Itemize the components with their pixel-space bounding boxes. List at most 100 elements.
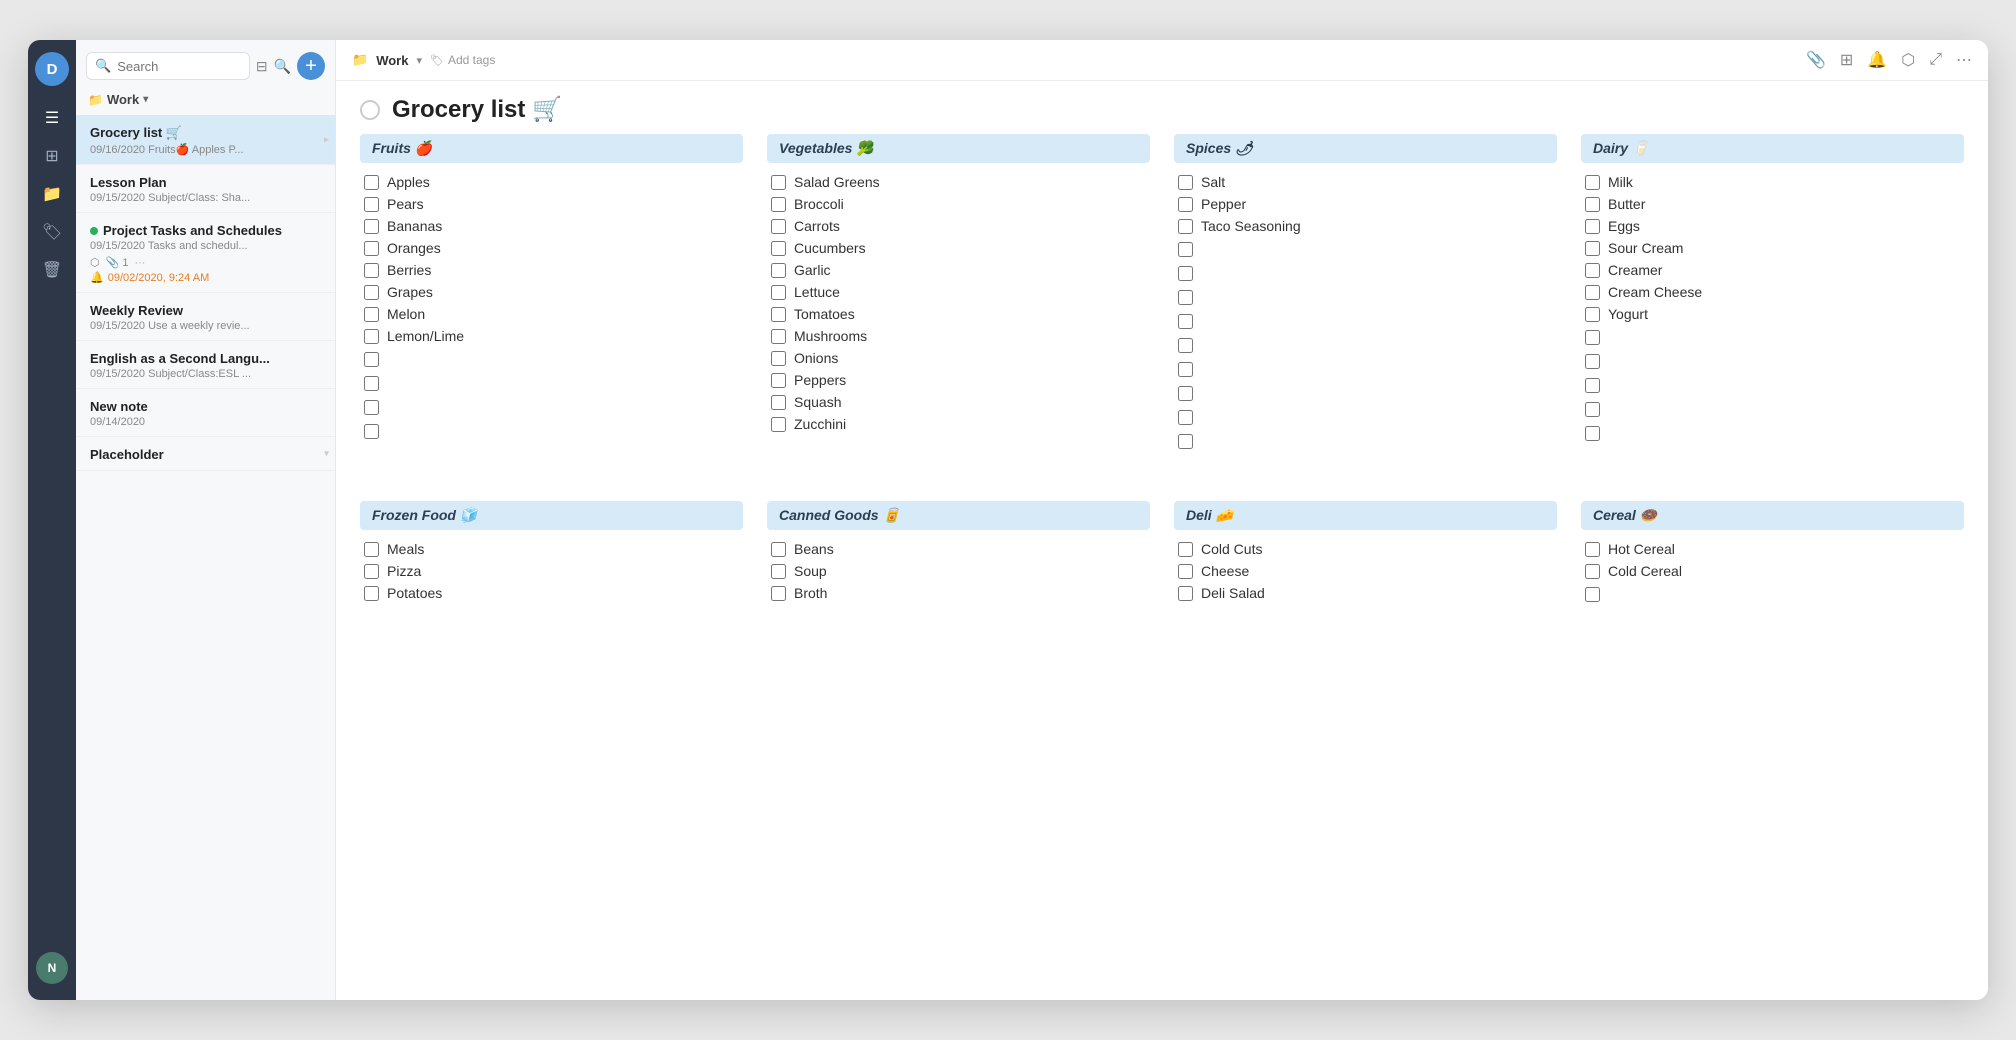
list-item-empty bbox=[1174, 285, 1557, 309]
checkbox[interactable] bbox=[1178, 362, 1193, 377]
checkbox[interactable] bbox=[771, 329, 786, 344]
checkbox[interactable] bbox=[1585, 263, 1600, 278]
checkbox[interactable] bbox=[364, 219, 379, 234]
nav-icon-menu[interactable]: ☰ bbox=[36, 102, 68, 134]
bottom-nav-icon[interactable]: N bbox=[36, 952, 68, 984]
checkbox[interactable] bbox=[771, 197, 786, 212]
filter-search-icon[interactable]: 🔍 bbox=[274, 58, 291, 75]
checkbox[interactable] bbox=[1585, 175, 1600, 190]
note-item-grocery[interactable]: Grocery list 🛒 09/16/2020 Fruits🍎 Apples… bbox=[76, 115, 335, 165]
checkbox[interactable] bbox=[1585, 241, 1600, 256]
nav-icon-folder[interactable]: 📁 bbox=[36, 178, 68, 210]
checkbox[interactable] bbox=[1585, 197, 1600, 212]
checkbox[interactable] bbox=[1178, 386, 1193, 401]
checkbox[interactable] bbox=[771, 263, 786, 278]
checkbox[interactable] bbox=[364, 329, 379, 344]
section-deli: Deli 🧀 Cold Cuts Cheese Deli Salad bbox=[1174, 501, 1557, 606]
search-input[interactable] bbox=[117, 59, 241, 74]
checkbox[interactable] bbox=[364, 307, 379, 322]
checkbox[interactable] bbox=[771, 542, 786, 557]
note-item-new[interactable]: New note 09/14/2020 bbox=[76, 389, 335, 437]
section-spices: Spices 🌶 Salt Pepper Taco Seasoning bbox=[1174, 134, 1557, 453]
add-tags-button[interactable]: 🏷 Add tags bbox=[430, 53, 495, 67]
expand-icon[interactable]: ⤢ bbox=[1929, 51, 1942, 69]
checkbox[interactable] bbox=[1585, 219, 1600, 234]
note-item-english[interactable]: English as a Second Langu... 09/15/2020 … bbox=[76, 341, 335, 389]
list-item: Bananas bbox=[360, 215, 743, 237]
section-header-canned: Canned Goods 🥫 bbox=[767, 501, 1150, 530]
user-avatar[interactable]: D bbox=[35, 52, 69, 86]
grid-view-icon[interactable]: ⊞ bbox=[1840, 50, 1853, 70]
checkbox[interactable] bbox=[1178, 219, 1193, 234]
checkbox[interactable] bbox=[771, 417, 786, 432]
checkbox[interactable] bbox=[771, 175, 786, 190]
nav-icon-grid[interactable]: ⊞ bbox=[36, 140, 68, 172]
checkbox[interactable] bbox=[1178, 338, 1193, 353]
checkbox[interactable] bbox=[364, 241, 379, 256]
note-title: Project Tasks and Schedules bbox=[103, 223, 282, 238]
checkbox[interactable] bbox=[1178, 242, 1193, 257]
checkbox[interactable] bbox=[1585, 587, 1600, 602]
checkbox[interactable] bbox=[771, 373, 786, 388]
checkbox[interactable] bbox=[1178, 175, 1193, 190]
checkbox[interactable] bbox=[1585, 330, 1600, 345]
checkbox[interactable] bbox=[1178, 564, 1193, 579]
checkbox[interactable] bbox=[771, 241, 786, 256]
search-input-wrap[interactable]: 🔍 bbox=[86, 52, 250, 80]
more-options-icon[interactable]: ⋯ bbox=[1956, 50, 1972, 70]
checkbox[interactable] bbox=[1585, 564, 1600, 579]
checkbox[interactable] bbox=[1178, 434, 1193, 449]
attach-icon[interactable]: 📎 bbox=[1806, 50, 1826, 70]
list-item: Pizza bbox=[360, 560, 743, 582]
checkbox[interactable] bbox=[1178, 586, 1193, 601]
checkbox[interactable] bbox=[364, 564, 379, 579]
list-item-empty bbox=[1581, 397, 1964, 421]
checkbox[interactable] bbox=[1585, 426, 1600, 441]
add-note-button[interactable]: + bbox=[297, 52, 325, 80]
checkbox[interactable] bbox=[364, 352, 379, 367]
checkbox[interactable] bbox=[364, 400, 379, 415]
checkbox[interactable] bbox=[1178, 314, 1193, 329]
checkbox[interactable] bbox=[771, 395, 786, 410]
checkbox[interactable] bbox=[1585, 378, 1600, 393]
checkbox[interactable] bbox=[364, 424, 379, 439]
list-item: Cucumbers bbox=[767, 237, 1150, 259]
filter-icon[interactable]: ⊟ bbox=[256, 58, 268, 75]
checkbox[interactable] bbox=[364, 285, 379, 300]
checkbox[interactable] bbox=[364, 376, 379, 391]
checkbox[interactable] bbox=[771, 219, 786, 234]
checkbox[interactable] bbox=[364, 175, 379, 190]
list-item: Deli Salad bbox=[1174, 582, 1557, 604]
note-item-placeholder[interactable]: Placeholder ▾ bbox=[76, 437, 335, 471]
list-item: Oranges bbox=[360, 237, 743, 259]
checkbox[interactable] bbox=[1178, 197, 1193, 212]
checkbox[interactable] bbox=[364, 263, 379, 278]
bell-icon[interactable]: 🔔 bbox=[1867, 50, 1887, 70]
checkbox[interactable] bbox=[1178, 542, 1193, 557]
checkbox[interactable] bbox=[364, 586, 379, 601]
checkbox[interactable] bbox=[771, 285, 786, 300]
checkbox[interactable] bbox=[1178, 410, 1193, 425]
note-complete-checkbox[interactable] bbox=[360, 100, 380, 120]
checkbox[interactable] bbox=[1585, 354, 1600, 369]
checkbox[interactable] bbox=[1585, 307, 1600, 322]
scroll-indicator: ▸ bbox=[324, 134, 329, 145]
checkbox[interactable] bbox=[1585, 402, 1600, 417]
note-item-lesson[interactable]: Lesson Plan 09/15/2020 Subject/Class: Sh… bbox=[76, 165, 335, 213]
checkbox[interactable] bbox=[771, 307, 786, 322]
nav-icon-tag[interactable]: 🏷 bbox=[36, 216, 68, 248]
note-item-weekly[interactable]: Weekly Review 09/15/2020 Use a weekly re… bbox=[76, 293, 335, 341]
checkbox[interactable] bbox=[1178, 290, 1193, 305]
checkbox[interactable] bbox=[1585, 285, 1600, 300]
nav-icon-trash[interactable]: 🗑 bbox=[36, 254, 68, 286]
checkbox[interactable] bbox=[1585, 542, 1600, 557]
checkbox[interactable] bbox=[771, 351, 786, 366]
checkbox[interactable] bbox=[771, 564, 786, 579]
share-icon[interactable]: ⬡ bbox=[1901, 50, 1915, 70]
checkbox[interactable] bbox=[364, 197, 379, 212]
checkbox[interactable] bbox=[771, 586, 786, 601]
checkbox[interactable] bbox=[364, 542, 379, 557]
checkbox[interactable] bbox=[1178, 266, 1193, 281]
workspace-header[interactable]: 📁 Work ▾ bbox=[76, 88, 335, 115]
note-item-project[interactable]: Project Tasks and Schedules 09/15/2020 T… bbox=[76, 213, 335, 293]
